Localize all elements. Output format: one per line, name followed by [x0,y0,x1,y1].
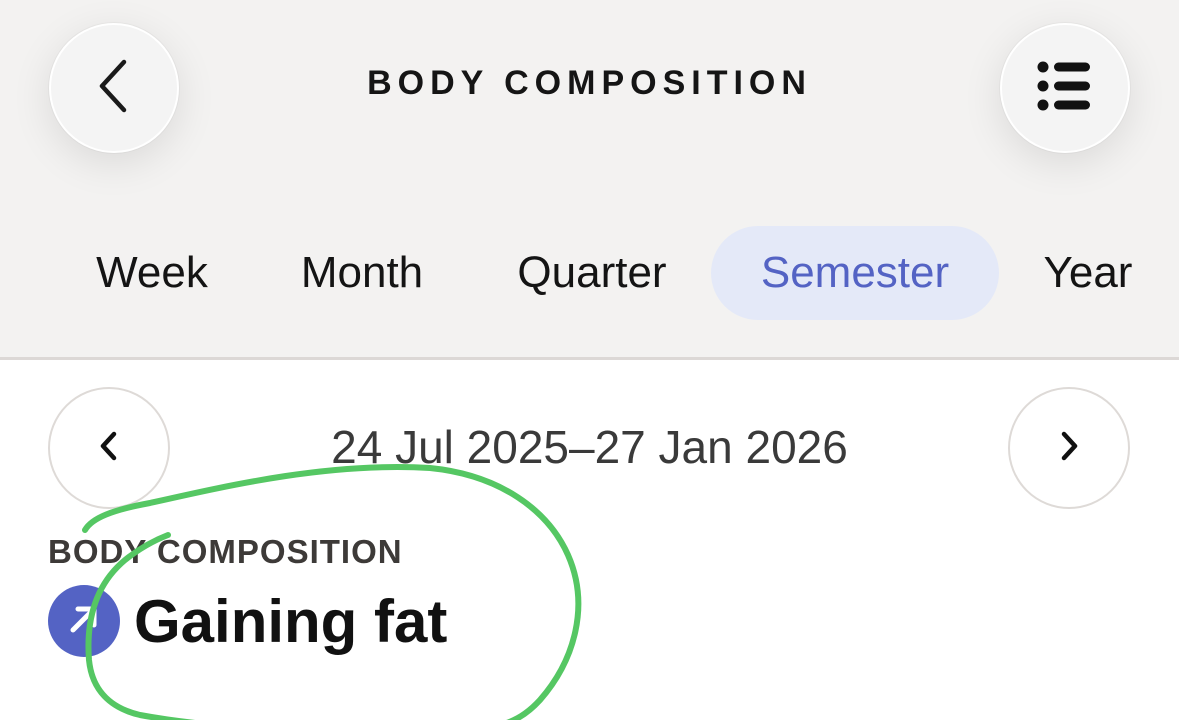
status-text: Gaining fat [134,587,448,655]
menu-button[interactable] [1000,23,1130,153]
status-row: Gaining fat [48,584,447,658]
tab-year[interactable]: Year [1020,226,1156,320]
section-label: BODY COMPOSITION [48,533,403,570]
tab-month[interactable]: Month [262,226,462,320]
tab-semester[interactable]: Semester [711,226,999,320]
list-icon [1037,61,1093,116]
trend-badge [48,585,120,657]
date-range: 24 Jul 2025–27 Jan 2026 [331,421,848,473]
tab-week[interactable]: Week [62,226,242,320]
period-tabs: Week Month Quarter Semester Year [0,226,1179,320]
chevron-right-icon [1057,429,1081,468]
next-period-button[interactable] [1008,387,1130,509]
arrow-up-right-icon [64,599,104,644]
header-area: BODY COMPOSITION Week Month Quarter Seme… [0,0,1179,360]
tab-quarter[interactable]: Quarter [482,226,702,320]
